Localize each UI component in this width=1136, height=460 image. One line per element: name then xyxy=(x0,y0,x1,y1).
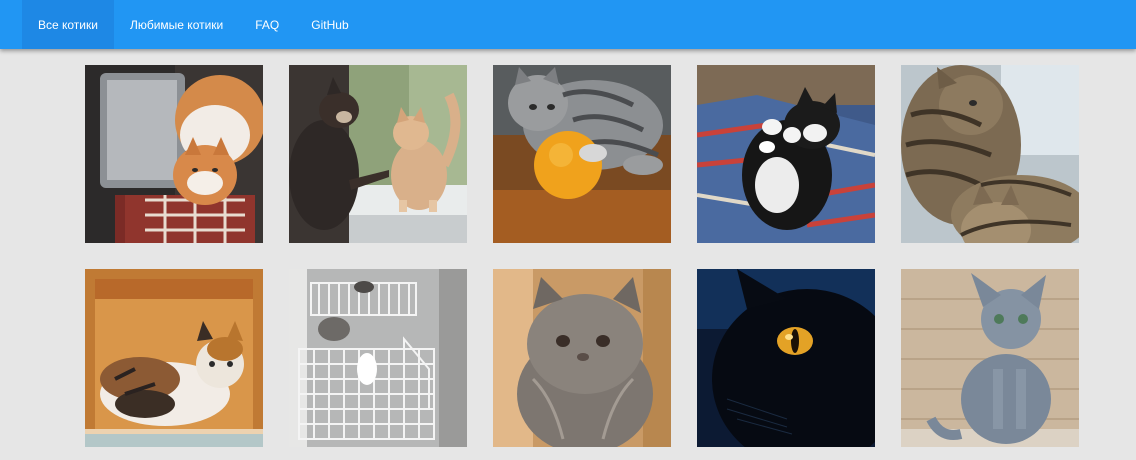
cat-photo-grid xyxy=(85,65,1079,447)
cat-photo-card[interactable] xyxy=(493,65,671,243)
top-navigation-bar: Все котики Любимые котики FAQ GitHub xyxy=(0,0,1136,49)
cat-photo-card[interactable] xyxy=(289,65,467,243)
cat-photo xyxy=(901,269,1079,447)
cat-photo xyxy=(697,269,875,447)
cat-photo-card[interactable] xyxy=(697,65,875,243)
nav-favorite-cats[interactable]: Любимые котики xyxy=(114,0,239,49)
cat-photo-card[interactable] xyxy=(493,269,671,447)
cat-photo xyxy=(85,269,263,447)
cat-photo-card[interactable] xyxy=(901,269,1079,447)
cat-photo xyxy=(901,65,1079,243)
nav-faq[interactable]: FAQ xyxy=(239,0,295,49)
cat-photo xyxy=(697,65,875,243)
nav-github[interactable]: GitHub xyxy=(295,0,364,49)
cat-photo-card[interactable] xyxy=(901,65,1079,243)
nav-all-cats[interactable]: Все котики xyxy=(22,0,114,49)
cat-photo xyxy=(289,269,467,447)
cat-photo xyxy=(85,65,263,243)
cat-photo-card[interactable] xyxy=(289,269,467,447)
cat-photo xyxy=(289,65,467,243)
cat-photo-card[interactable] xyxy=(697,269,875,447)
cat-photo-card[interactable] xyxy=(85,269,263,447)
cat-photo xyxy=(493,65,671,243)
cat-photo xyxy=(493,269,671,447)
cat-photo-card[interactable] xyxy=(85,65,263,243)
